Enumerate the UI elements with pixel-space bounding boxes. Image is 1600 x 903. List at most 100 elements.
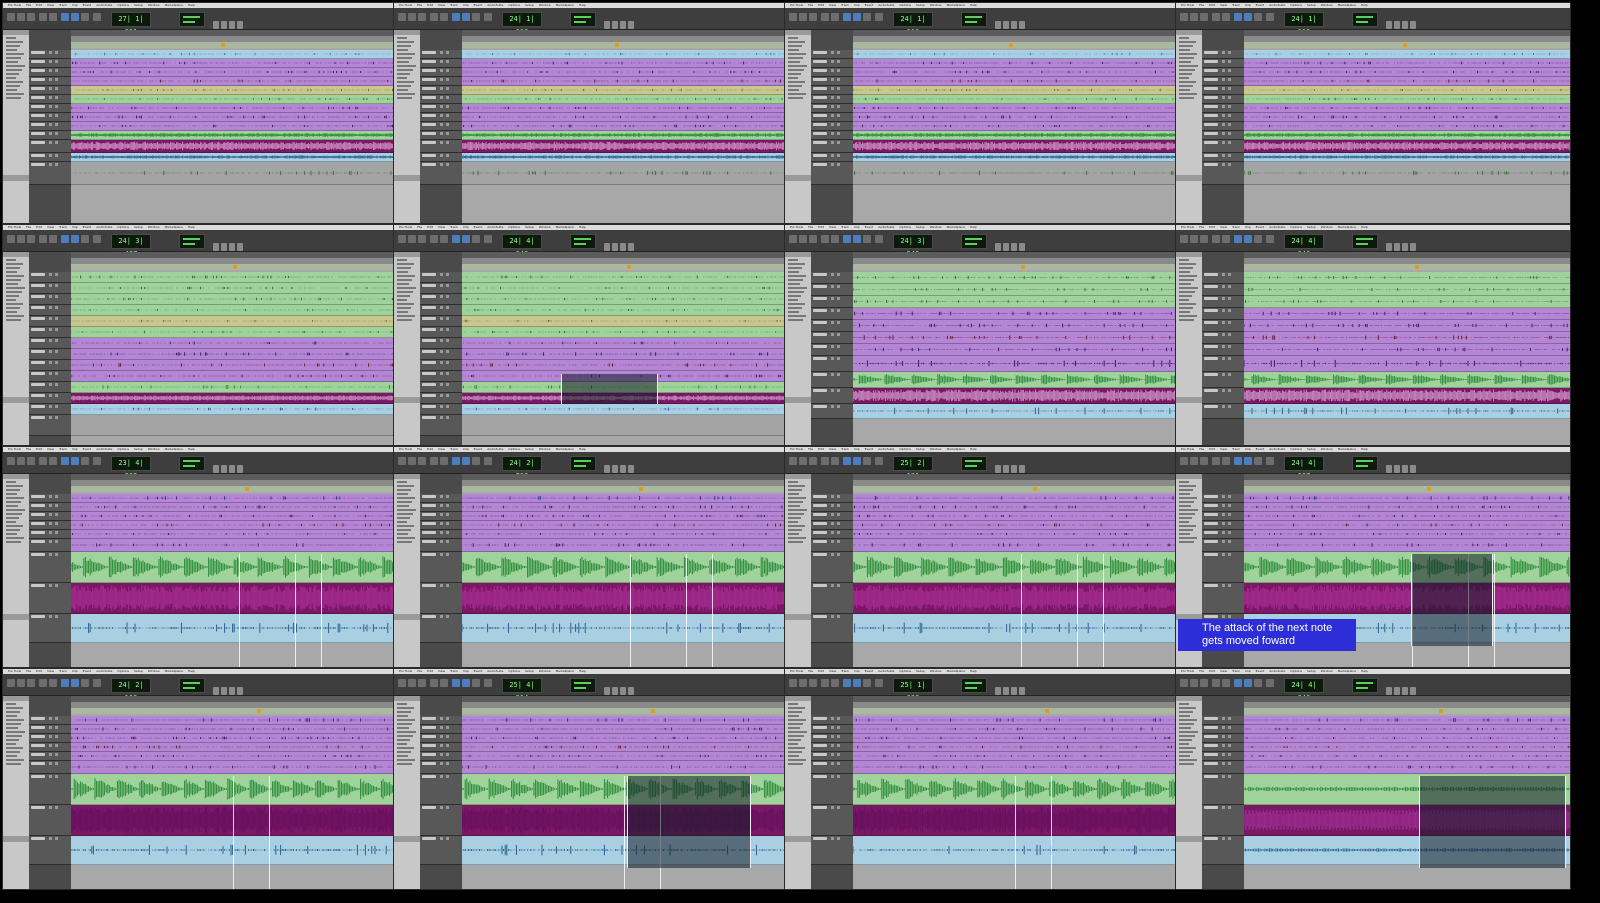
audio-track[interactable]	[71, 494, 397, 503]
tool-button[interactable]	[7, 235, 15, 243]
edit-window[interactable]	[71, 714, 397, 889]
audio-track[interactable]	[1244, 332, 1570, 344]
timeline-rulers[interactable]	[71, 474, 397, 492]
track-header[interactable]	[1202, 552, 1244, 583]
track-header[interactable]	[811, 68, 853, 77]
tool-button[interactable]	[71, 457, 79, 465]
tool-button[interactable]	[863, 235, 871, 243]
audio-track[interactable]	[71, 552, 397, 583]
track-header[interactable]	[811, 122, 853, 131]
track-header[interactable]	[420, 153, 462, 162]
audio-track[interactable]	[1244, 59, 1570, 68]
audio-track[interactable]	[462, 404, 788, 415]
tool-button[interactable]	[17, 457, 25, 465]
audio-track[interactable]	[1244, 284, 1570, 296]
audio-track[interactable]	[71, 503, 397, 512]
audio-track[interactable]	[462, 77, 788, 86]
timeline-rulers[interactable]	[71, 696, 397, 714]
tool-button[interactable]	[875, 457, 883, 465]
tool-button[interactable]	[49, 679, 57, 687]
transport-controls[interactable]	[995, 458, 1029, 473]
audio-track[interactable]	[853, 59, 1179, 68]
tool-button[interactable]	[39, 679, 47, 687]
audio-track[interactable]	[853, 761, 1179, 774]
tool-button[interactable]	[863, 13, 871, 21]
track-header[interactable]	[29, 614, 71, 643]
audio-track[interactable]	[1244, 77, 1570, 86]
track-header[interactable]	[420, 521, 462, 530]
audio-track[interactable]	[853, 512, 1179, 521]
tool-button[interactable]	[61, 457, 69, 465]
track-header[interactable]	[1202, 131, 1244, 140]
timeline-rulers[interactable]	[462, 474, 788, 492]
track-header[interactable]	[1202, 320, 1244, 332]
track-header[interactable]	[811, 521, 853, 530]
tool-button[interactable]	[1180, 679, 1188, 687]
track-header[interactable]	[29, 503, 71, 512]
audio-track[interactable]	[71, 104, 397, 113]
audio-track[interactable]	[853, 140, 1179, 153]
tool-button[interactable]	[863, 679, 871, 687]
audio-track[interactable]	[462, 50, 788, 59]
tool-button[interactable]	[484, 13, 492, 21]
track-header[interactable]	[29, 305, 71, 316]
tool-button[interactable]	[1190, 13, 1198, 21]
audio-track[interactable]	[1244, 530, 1570, 539]
track-header[interactable]	[420, 836, 462, 865]
track-header[interactable]	[1202, 372, 1244, 388]
audio-track[interactable]	[71, 95, 397, 104]
tool-button[interactable]	[452, 235, 460, 243]
timeline-rulers[interactable]	[462, 30, 788, 48]
edit-window[interactable]	[71, 48, 397, 223]
track-header[interactable]	[1202, 725, 1244, 734]
audio-track[interactable]	[462, 272, 788, 283]
audio-track[interactable]	[1244, 68, 1570, 77]
track-header[interactable]	[811, 372, 853, 388]
tool-button[interactable]	[430, 235, 438, 243]
audio-track[interactable]	[1244, 131, 1570, 140]
tool-button[interactable]	[1266, 13, 1274, 21]
track-header[interactable]	[420, 415, 462, 436]
tool-button[interactable]	[1266, 457, 1274, 465]
tool-button[interactable]	[408, 13, 416, 21]
timeline-rulers[interactable]	[462, 252, 788, 270]
track-header[interactable]	[420, 95, 462, 104]
audio-track[interactable]	[71, 131, 397, 140]
audio-track[interactable]	[462, 86, 788, 95]
audio-track[interactable]	[853, 68, 1179, 77]
track-header[interactable]	[29, 131, 71, 140]
tool-button[interactable]	[61, 13, 69, 21]
track-header[interactable]	[420, 305, 462, 316]
track-header[interactable]	[420, 327, 462, 338]
track-header[interactable]	[420, 761, 462, 774]
audio-track[interactable]	[71, 393, 397, 404]
track-header[interactable]	[811, 774, 853, 805]
tool-button[interactable]	[1244, 679, 1252, 687]
audio-track[interactable]	[462, 530, 788, 539]
tool-button[interactable]	[1234, 13, 1242, 21]
track-header[interactable]	[29, 761, 71, 774]
track-header[interactable]	[811, 752, 853, 761]
track-header[interactable]	[1202, 308, 1244, 320]
track-header[interactable]	[1202, 539, 1244, 552]
audio-track[interactable]	[71, 743, 397, 752]
audio-track[interactable]	[1244, 344, 1570, 356]
tool-button[interactable]	[1254, 679, 1262, 687]
audio-track[interactable]	[853, 388, 1179, 404]
track-header[interactable]	[29, 774, 71, 805]
track-header[interactable]	[420, 86, 462, 95]
tool-button[interactable]	[93, 679, 101, 687]
audio-track[interactable]	[853, 153, 1179, 162]
audio-track[interactable]	[462, 349, 788, 360]
audio-track[interactable]	[462, 415, 788, 436]
edit-window[interactable]	[1244, 270, 1570, 445]
audio-track[interactable]	[71, 50, 397, 59]
track-header[interactable]	[1202, 113, 1244, 122]
audio-track[interactable]	[853, 614, 1179, 643]
track-header[interactable]	[420, 774, 462, 805]
track-header[interactable]	[811, 104, 853, 113]
track-header[interactable]	[811, 59, 853, 68]
tool-button[interactable]	[93, 457, 101, 465]
track-header[interactable]	[811, 296, 853, 308]
track-header[interactable]	[29, 122, 71, 131]
